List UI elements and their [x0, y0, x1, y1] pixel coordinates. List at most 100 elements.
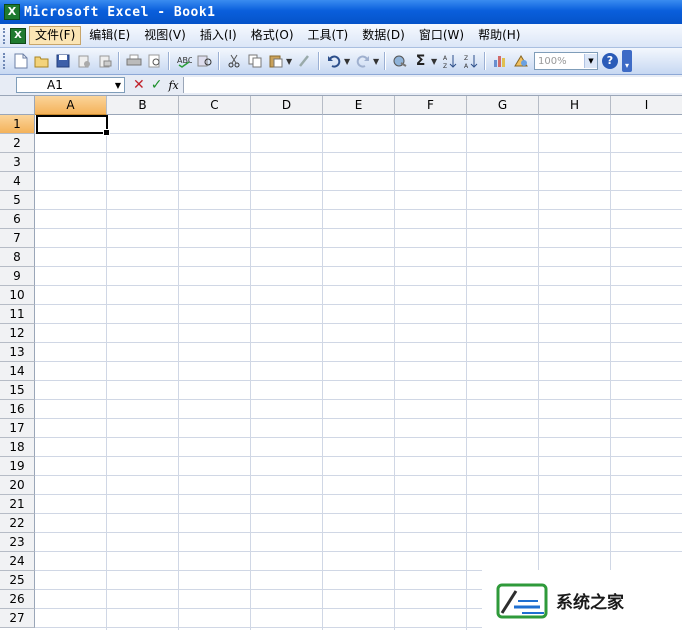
row-header-21[interactable]: 21 — [0, 495, 35, 514]
row-header-23[interactable]: 23 — [0, 533, 35, 552]
row-header-16[interactable]: 16 — [0, 400, 35, 419]
menu-insert[interactable]: 插入(I) — [194, 26, 243, 45]
autosum-icon[interactable]: Σ — [411, 51, 431, 71]
drawing-icon[interactable] — [511, 51, 531, 71]
cell-area[interactable] — [35, 115, 682, 630]
new-icon[interactable] — [11, 51, 31, 71]
svg-text:Z: Z — [443, 63, 447, 69]
sort-descending-icon[interactable]: ZA — [461, 51, 481, 71]
row-header-6[interactable]: 6 — [0, 210, 35, 229]
row-header-8[interactable]: 8 — [0, 248, 35, 267]
row-header-2[interactable]: 2 — [0, 134, 35, 153]
menu-help[interactable]: 帮助(H) — [472, 26, 526, 45]
print-preview-icon[interactable] — [145, 51, 165, 71]
format-painter-icon[interactable] — [295, 51, 315, 71]
save-icon[interactable] — [53, 51, 73, 71]
menu-data[interactable]: 数据(D) — [356, 26, 411, 45]
row-header-20[interactable]: 20 — [0, 476, 35, 495]
row-header-12[interactable]: 12 — [0, 324, 35, 343]
menu-window[interactable]: 窗口(W) — [413, 26, 470, 45]
column-header-h[interactable]: H — [539, 96, 611, 115]
insert-function-icon[interactable]: fx — [168, 79, 178, 92]
row-header-18[interactable]: 18 — [0, 438, 35, 457]
row-header-10[interactable]: 10 — [0, 286, 35, 305]
svg-text:A: A — [443, 55, 448, 62]
row-header-13[interactable]: 13 — [0, 343, 35, 362]
row-header-19[interactable]: 19 — [0, 457, 35, 476]
menu-edit[interactable]: 编辑(E) — [83, 26, 136, 45]
undo-dropdown-arrow[interactable]: ▼ — [344, 57, 352, 66]
fill-handle[interactable] — [103, 129, 110, 136]
svg-text:A: A — [464, 63, 469, 69]
row-header-27[interactable]: 27 — [0, 609, 35, 628]
undo-icon[interactable] — [324, 51, 344, 71]
redo-icon[interactable] — [353, 51, 373, 71]
redo-dropdown-arrow[interactable]: ▼ — [373, 57, 381, 66]
row-header-15[interactable]: 15 — [0, 381, 35, 400]
row-header-24[interactable]: 24 — [0, 552, 35, 571]
spelling-icon[interactable]: ABC — [174, 51, 194, 71]
row-header-5[interactable]: 5 — [0, 191, 35, 210]
excel-icon[interactable]: X — [4, 4, 20, 20]
autosum-dropdown-arrow[interactable]: ▼ — [431, 57, 439, 66]
active-cell-a1[interactable] — [36, 115, 110, 136]
menu-format[interactable]: 格式(O) — [245, 26, 300, 45]
email-icon[interactable] — [95, 51, 115, 71]
column-header-g[interactable]: G — [467, 96, 539, 115]
chevron-down-icon[interactable]: ▼ — [584, 54, 597, 68]
row-header-25[interactable]: 25 — [0, 571, 35, 590]
column-header-b[interactable]: B — [107, 96, 179, 115]
row-header-14[interactable]: 14 — [0, 362, 35, 381]
menu-view[interactable]: 视图(V) — [138, 26, 192, 45]
cut-icon[interactable] — [224, 51, 244, 71]
paste-dropdown-arrow[interactable]: ▼ — [286, 57, 294, 66]
toolbar-separator — [484, 52, 486, 70]
column-header-e[interactable]: E — [323, 96, 395, 115]
row-header-4[interactable]: 4 — [0, 172, 35, 191]
help-icon[interactable]: ? — [602, 53, 618, 69]
document-menu-icon[interactable]: X — [10, 27, 26, 44]
toolbar-options-icon[interactable]: ▾ — [622, 50, 632, 72]
hyperlink-icon[interactable] — [390, 51, 410, 71]
open-icon[interactable] — [32, 51, 52, 71]
column-header-a[interactable]: A — [35, 96, 107, 115]
menu-tools[interactable]: 工具(T) — [302, 26, 355, 45]
research-icon[interactable] — [195, 51, 215, 71]
row-header-17[interactable]: 17 — [0, 419, 35, 438]
formula-bar: A1 ▼ ✕ ✓ fx — [0, 75, 682, 96]
enter-icon[interactable]: ✓ — [151, 77, 163, 93]
chart-wizard-icon[interactable] — [490, 51, 510, 71]
column-header-d[interactable]: D — [251, 96, 323, 115]
paste-icon[interactable] — [266, 51, 286, 71]
column-header-c[interactable]: C — [179, 96, 251, 115]
row-header-7[interactable]: 7 — [0, 229, 35, 248]
row-header-9[interactable]: 9 — [0, 267, 35, 286]
formula-input[interactable] — [182, 77, 682, 93]
select-all-button[interactable] — [0, 96, 35, 115]
permission-icon[interactable] — [74, 51, 94, 71]
watermark-text: 系统之家 — [556, 592, 624, 613]
cancel-icon[interactable]: ✕ — [133, 77, 145, 93]
row-header-3[interactable]: 3 — [0, 153, 35, 172]
toolbar-separator — [218, 52, 220, 70]
toolbar-separator — [118, 52, 120, 70]
chevron-down-icon[interactable]: ▼ — [112, 81, 124, 90]
menu-file[interactable]: 文件(F) — [29, 26, 82, 45]
print-icon[interactable] — [124, 51, 144, 71]
row-header-11[interactable]: 11 — [0, 305, 35, 324]
svg-text:Z: Z — [464, 55, 468, 62]
row-header-22[interactable]: 22 — [0, 514, 35, 533]
toolbar-grip[interactable] — [3, 53, 7, 69]
zoom-select[interactable]: 100% ▼ — [534, 52, 598, 70]
toolbar-grip[interactable] — [3, 27, 7, 44]
site-watermark: 系统之家 — [482, 570, 682, 630]
column-header-i[interactable]: I — [611, 96, 682, 115]
name-box[interactable]: A1 ▼ — [16, 77, 125, 93]
row-header-26[interactable]: 26 — [0, 590, 35, 609]
column-header-f[interactable]: F — [395, 96, 467, 115]
row-header-1[interactable]: 1 — [0, 115, 35, 134]
sort-ascending-icon[interactable]: AZ — [440, 51, 460, 71]
toolbar-separator — [168, 52, 170, 70]
copy-icon[interactable] — [245, 51, 265, 71]
worksheet-grid: ABCDEFGHI 1 2 3 4 5 6 7 8 9 10 11 12 13 14 15 16 17 18 19 2… — [0, 96, 682, 630]
